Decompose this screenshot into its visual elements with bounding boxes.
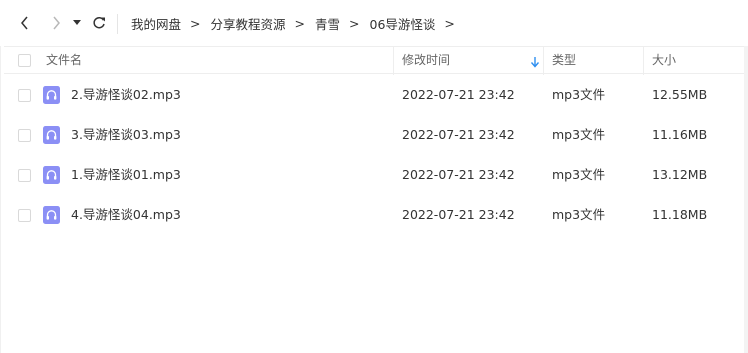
file-name[interactable]: 3.导游怪谈03.mp3 bbox=[71, 115, 181, 155]
toolbar: 我的网盘 > 分享教程资源 > 青雪 > 06导游怪谈 > bbox=[0, 0, 748, 46]
pane-left-edge bbox=[0, 46, 1, 353]
row-checkbox[interactable] bbox=[18, 129, 31, 142]
column-header-modified[interactable]: 修改时间 bbox=[402, 47, 450, 74]
table-row[interactable]: 4.导游怪谈04.mp3 2022-07-21 23:42 mp3文件 11.1… bbox=[4, 195, 744, 235]
breadcrumb-item-shared-resources[interactable]: 分享教程资源 bbox=[211, 14, 286, 33]
refresh-button[interactable] bbox=[88, 12, 110, 34]
file-name[interactable]: 2.导游怪谈02.mp3 bbox=[71, 75, 181, 115]
file-type: mp3文件 bbox=[552, 87, 606, 102]
column-divider[interactable] bbox=[543, 47, 544, 75]
breadcrumb-separator: > bbox=[294, 15, 305, 31]
refresh-icon bbox=[92, 16, 106, 30]
audio-file-icon bbox=[43, 126, 60, 144]
breadcrumb-item-qingxue[interactable]: 青雪 bbox=[315, 14, 340, 33]
audio-file-icon bbox=[43, 166, 60, 184]
row-checkbox[interactable] bbox=[18, 89, 31, 102]
file-size: 11.18MB bbox=[652, 207, 708, 222]
vertical-scrollbar[interactable] bbox=[744, 46, 748, 353]
breadcrumb-item-my-drive[interactable]: 我的网盘 bbox=[131, 14, 181, 33]
caret-down-icon bbox=[73, 20, 81, 26]
chevron-right-icon bbox=[51, 16, 61, 30]
audio-file-icon bbox=[43, 86, 60, 104]
table-row[interactable]: 3.导游怪谈03.mp3 2022-07-21 23:42 mp3文件 11.1… bbox=[4, 115, 744, 155]
file-size: 12.55MB bbox=[652, 87, 708, 102]
forward-button[interactable] bbox=[45, 12, 67, 34]
file-type: mp3文件 bbox=[552, 167, 606, 182]
column-header-type[interactable]: 类型 bbox=[552, 47, 576, 74]
file-type: mp3文件 bbox=[552, 207, 606, 222]
file-modified-time: 2022-07-21 23:42 bbox=[402, 167, 515, 182]
breadcrumb-item-current-folder[interactable]: 06导游怪谈 bbox=[370, 14, 436, 33]
file-size: 13.12MB bbox=[652, 167, 708, 182]
row-checkbox[interactable] bbox=[18, 209, 31, 222]
breadcrumb-separator: > bbox=[190, 15, 201, 31]
file-modified-time: 2022-07-21 23:42 bbox=[402, 87, 515, 102]
chevron-left-icon bbox=[20, 16, 30, 30]
table-row[interactable]: 2.导游怪谈02.mp3 2022-07-21 23:42 mp3文件 12.5… bbox=[4, 75, 744, 115]
breadcrumb-separator: > bbox=[444, 15, 455, 31]
table-header: 文件名 修改时间 类型 大小 bbox=[4, 46, 744, 75]
column-header-name[interactable]: 文件名 bbox=[46, 47, 82, 74]
history-dropdown-button[interactable] bbox=[68, 12, 86, 34]
row-checkbox[interactable] bbox=[18, 169, 31, 182]
back-button[interactable] bbox=[14, 12, 36, 34]
sort-down-arrow-icon bbox=[530, 56, 540, 68]
file-name[interactable]: 4.导游怪谈04.mp3 bbox=[71, 195, 181, 235]
breadcrumb: 我的网盘 > 分享教程资源 > 青雪 > 06导游怪谈 > bbox=[131, 0, 465, 46]
toolbar-divider bbox=[117, 14, 118, 34]
file-type: mp3文件 bbox=[552, 127, 606, 142]
table-row[interactable]: 1.导游怪谈01.mp3 2022-07-21 23:42 mp3文件 13.1… bbox=[4, 155, 744, 195]
column-divider[interactable] bbox=[643, 47, 644, 75]
column-divider[interactable] bbox=[393, 47, 394, 75]
file-modified-time: 2022-07-21 23:42 bbox=[402, 207, 515, 222]
audio-file-icon bbox=[43, 206, 60, 224]
file-modified-time: 2022-07-21 23:42 bbox=[402, 127, 515, 142]
breadcrumb-separator: > bbox=[349, 15, 360, 31]
file-size: 11.16MB bbox=[652, 127, 708, 142]
column-header-size[interactable]: 大小 bbox=[652, 47, 676, 74]
select-all-checkbox[interactable] bbox=[18, 54, 31, 67]
file-name[interactable]: 1.导游怪谈01.mp3 bbox=[71, 155, 181, 195]
